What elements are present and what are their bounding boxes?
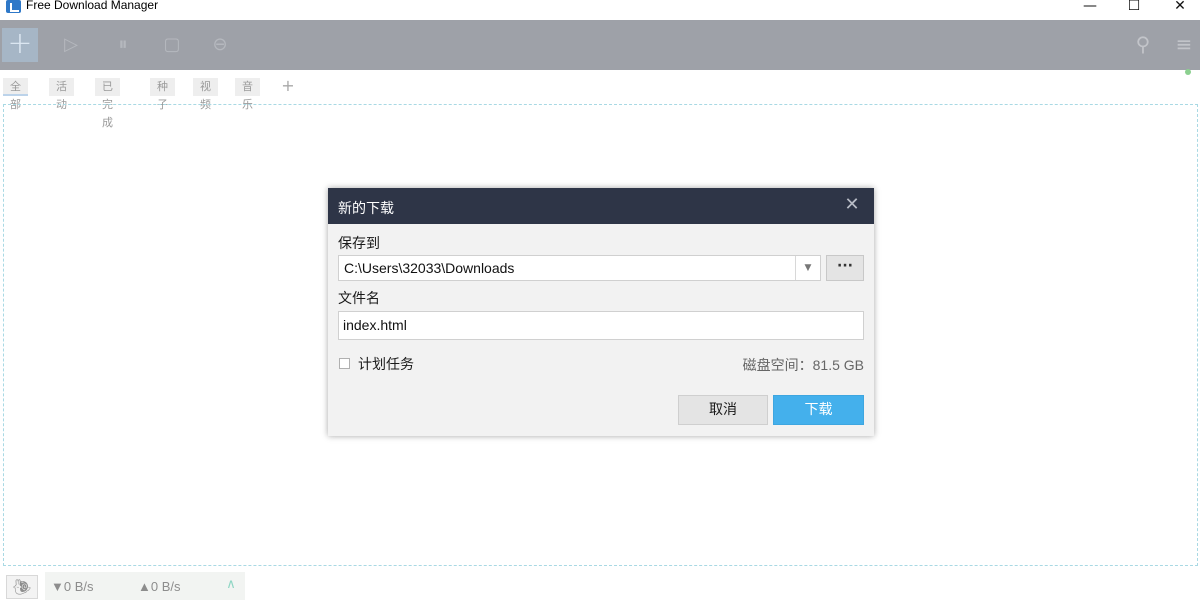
maximize-button[interactable]: ☐ <box>1114 0 1154 16</box>
disk-space-text: 磁盘空间：81.5 GB <box>742 357 864 373</box>
minimize-button[interactable]: — <box>1070 0 1110 16</box>
toolbar: + ▷ ⏸ ▢ ⊖ ⚲ ≡ <box>0 20 1200 75</box>
close-window-button[interactable]: ✕ <box>1160 0 1200 16</box>
tab-active[interactable]: 活动 <box>49 78 74 111</box>
tab-video[interactable]: 视频 <box>193 78 218 111</box>
delete-icon[interactable]: ⊖ <box>209 34 231 56</box>
fdm-logo-icon <box>6 0 21 13</box>
chevron-up-icon[interactable]: ∧ <box>223 577 239 593</box>
status-bar: 🐌︎ ▼0 B/s ▲0 B/s ∧ <box>0 572 1200 600</box>
cancel-button[interactable]: 取消 <box>678 395 768 425</box>
chevron-down-icon[interactable]: ▼ <box>795 256 820 280</box>
close-icon[interactable]: ✕ <box>842 195 862 215</box>
window-title: Free Download Manager <box>26 0 159 12</box>
dialog-title: 新的下载 <box>338 201 394 217</box>
save-path-combobox[interactable]: C:\Users\32033\Downloads ▼ <box>338 255 821 281</box>
save-to-label: 保存到 <box>338 236 380 252</box>
update-indicator-dot <box>1185 69 1191 75</box>
menu-icon[interactable]: ≡ <box>1172 32 1196 56</box>
filename-label: 文件名 <box>338 291 380 307</box>
dialog-header: 新的下载 ✕ <box>328 188 874 224</box>
title-bar: Free Download Manager — ☐ ✕ <box>0 0 1200 20</box>
tab-torrents[interactable]: 种子 <box>150 78 175 111</box>
tab-all[interactable]: 全部 <box>3 78 28 111</box>
pause-icon[interactable]: ⏸ <box>112 34 134 56</box>
stop-icon[interactable]: ▢ <box>161 34 183 56</box>
search-icon[interactable]: ⚲ <box>1131 32 1155 56</box>
upload-speed: ▲0 B/s <box>138 579 181 594</box>
filename-input[interactable]: index.html <box>338 311 864 340</box>
schedule-label[interactable]: 计划任务 <box>358 354 414 374</box>
tab-completed[interactable]: 已完成 <box>95 78 120 129</box>
download-speed: ▼0 B/s <box>51 579 94 594</box>
schedule-checkbox[interactable] <box>339 358 350 369</box>
add-tab-button[interactable]: + <box>279 77 297 95</box>
tab-music[interactable]: 音乐 <box>235 78 260 111</box>
new-download-dialog: 新的下载 ✕ 保存到 C:\Users\32033\Downloads ▼ ··… <box>328 188 874 436</box>
add-download-button[interactable]: + <box>2 28 38 62</box>
play-icon[interactable]: ▷ <box>60 34 82 56</box>
snail-icon[interactable]: 🐌︎ <box>6 575 38 599</box>
speed-panel[interactable]: ▼0 B/s ▲0 B/s ∧ <box>45 572 245 600</box>
save-path-value[interactable]: C:\Users\32033\Downloads <box>344 260 514 276</box>
download-button[interactable]: 下载 <box>773 395 864 425</box>
browse-folder-button[interactable]: ··· <box>826 255 864 281</box>
